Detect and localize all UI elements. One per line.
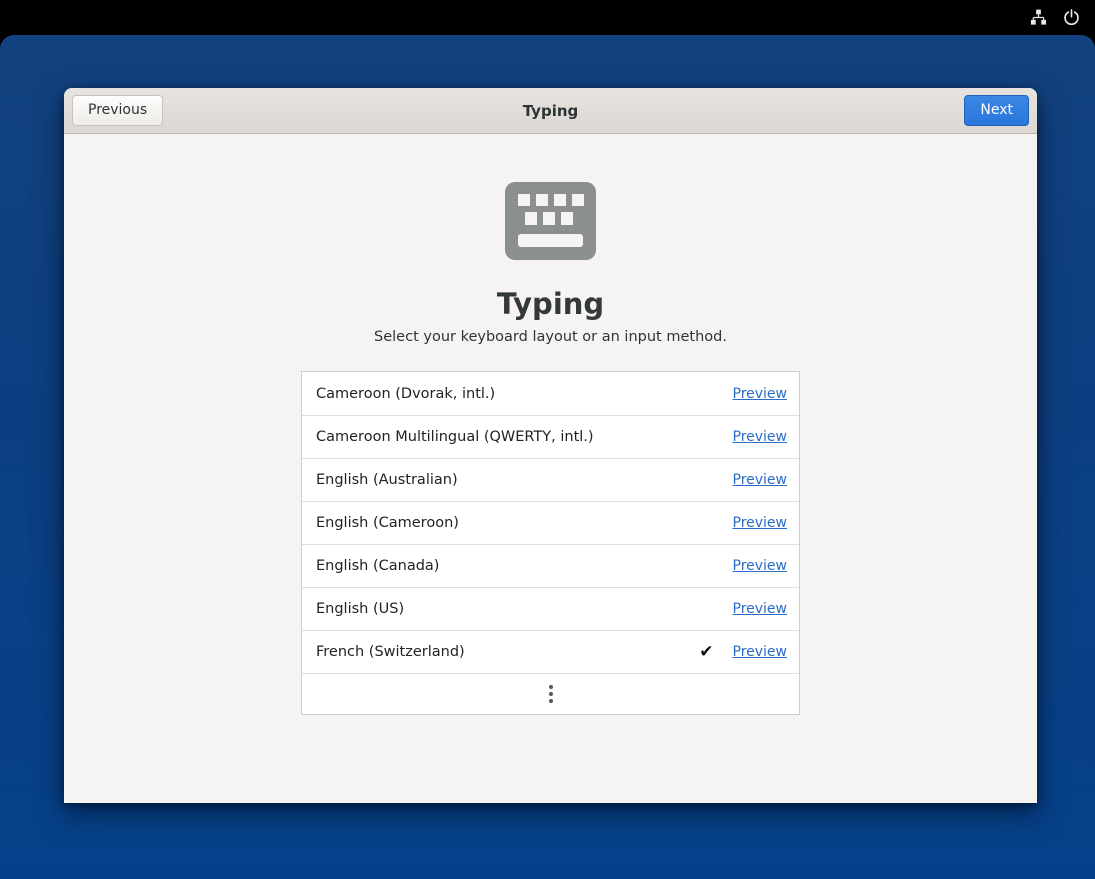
power-icon[interactable] xyxy=(1062,8,1081,27)
page-title: Typing xyxy=(497,288,604,320)
preview-link[interactable]: Preview xyxy=(733,472,788,488)
layout-label: Cameroon Multilingual (QWERTY, intl.) xyxy=(314,429,733,445)
preview-link[interactable]: Preview xyxy=(733,386,788,402)
layout-label: English (Canada) xyxy=(314,558,733,574)
layout-row[interactable]: Cameroon (Dvorak, intl.) ✔ Preview xyxy=(302,372,799,415)
window-headerbar: Previous Typing Next xyxy=(64,88,1037,134)
layout-row[interactable]: Cameroon Multilingual (QWERTY, intl.) ✔ … xyxy=(302,415,799,458)
window-title: Typing xyxy=(64,102,1037,120)
preview-link[interactable]: Preview xyxy=(733,429,788,445)
show-more-row[interactable] xyxy=(302,673,799,714)
layout-label: English (US) xyxy=(314,601,733,617)
layout-row[interactable]: English (Canada) ✔ Preview xyxy=(302,544,799,587)
previous-button[interactable]: Previous xyxy=(72,95,163,126)
keyboard-layout-list: Cameroon (Dvorak, intl.) ✔ Preview Camer… xyxy=(301,371,800,715)
page-subtitle: Select your keyboard layout or an input … xyxy=(374,329,727,345)
keyboard-icon xyxy=(505,182,596,264)
check-icon: ✔ xyxy=(699,644,713,661)
layout-label: French (Switzerland) xyxy=(314,644,699,660)
initial-setup-window: Previous Typing Next Typing Select your … xyxy=(64,88,1037,803)
layout-label: English (Australian) xyxy=(314,472,733,488)
preview-link[interactable]: Preview xyxy=(733,644,788,660)
layout-label: English (Cameroon) xyxy=(314,515,733,531)
next-button[interactable]: Next xyxy=(964,95,1029,126)
layout-row[interactable]: English (Australian) ✔ Preview xyxy=(302,458,799,501)
layout-row[interactable]: French (Switzerland) ✔ Preview xyxy=(302,630,799,673)
preview-link[interactable]: Preview xyxy=(733,558,788,574)
layout-label: Cameroon (Dvorak, intl.) xyxy=(314,386,733,402)
network-wired-icon[interactable] xyxy=(1029,8,1048,27)
system-top-bar xyxy=(0,0,1095,35)
typing-page: Typing Select your keyboard layout or an… xyxy=(64,134,1037,803)
preview-link[interactable]: Preview xyxy=(733,515,788,531)
vertical-ellipsis-icon xyxy=(549,685,553,703)
layout-row[interactable]: English (US) ✔ Preview xyxy=(302,587,799,630)
layout-row[interactable]: English (Cameroon) ✔ Preview xyxy=(302,501,799,544)
preview-link[interactable]: Preview xyxy=(733,601,788,617)
